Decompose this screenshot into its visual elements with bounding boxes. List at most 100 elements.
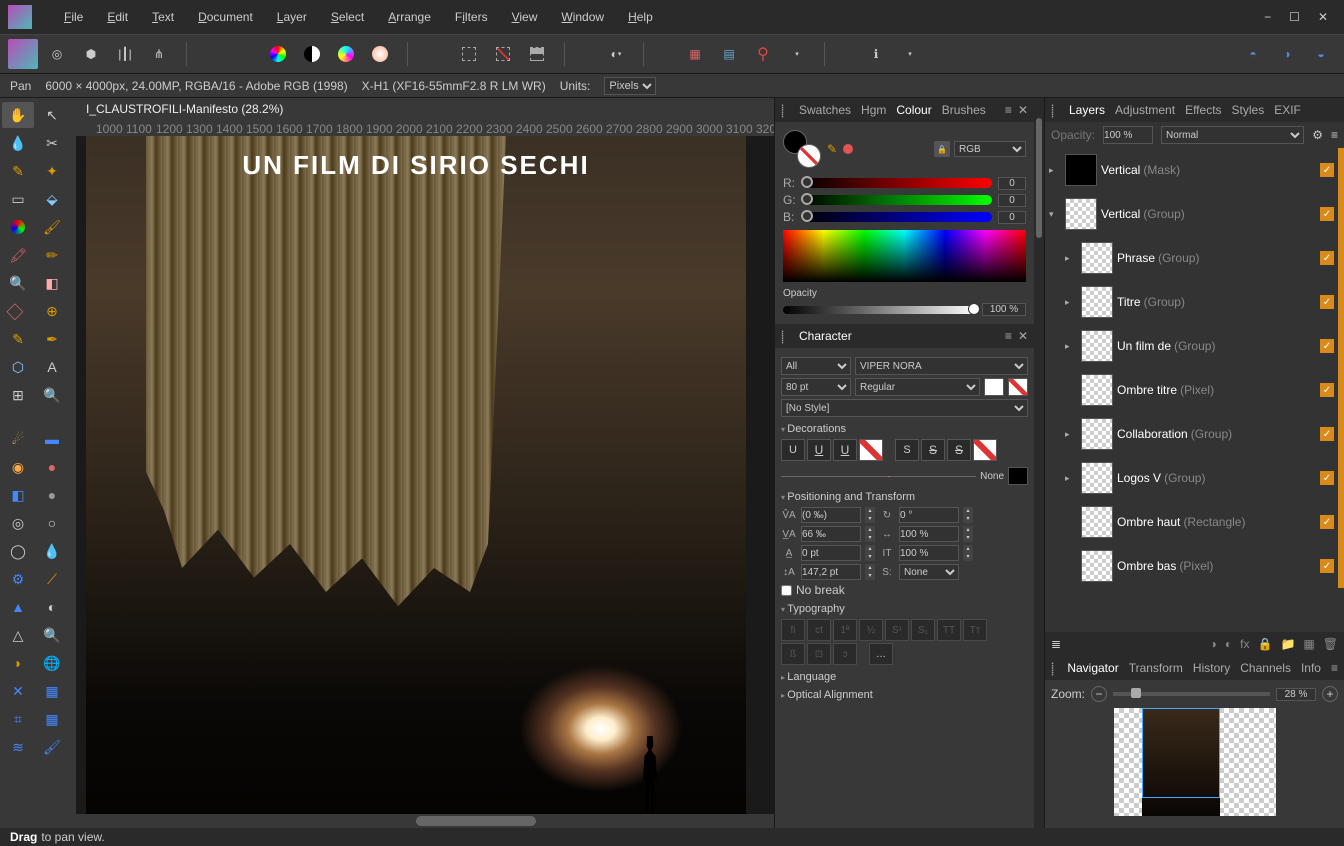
underline-double-icon[interactable]: U — [833, 439, 857, 461]
lens2-tool-icon[interactable]: 🔍 — [36, 622, 68, 648]
grid-tool-icon[interactable]: ▦ — [36, 678, 68, 704]
document-tab[interactable]: I_CLAUSTROFILI-Manifesto (28.2%) — [76, 98, 774, 120]
layer-row[interactable]: ▾ Vertical (Group) ✓ — [1045, 192, 1344, 236]
alt1-icon[interactable]: ß — [781, 643, 805, 665]
ring-tool-icon[interactable]: ◎ — [2, 510, 34, 536]
ct-icon[interactable]: ct — [807, 619, 831, 641]
layer-row[interactable]: ▸ Vertical (Mask) ✓ — [1045, 148, 1344, 192]
expand-icon[interactable]: ▸ — [1065, 341, 1077, 352]
lock-icon[interactable]: 🔒 — [1258, 637, 1273, 651]
visibility-checkbox[interactable]: ✓ — [1320, 383, 1334, 397]
visibility-checkbox[interactable]: ✓ — [1320, 471, 1334, 485]
expand-icon[interactable]: ▸ — [1065, 429, 1077, 440]
warp2-tool-icon[interactable]: ▦ — [36, 706, 68, 732]
adjust-icon[interactable]: ◐ — [1225, 637, 1232, 651]
tab-hgm[interactable]: Hgm — [861, 103, 886, 117]
visibility-checkbox[interactable]: ✓ — [1320, 339, 1334, 353]
expand-icon[interactable]: ▸ — [1049, 165, 1061, 176]
menu-view[interactable]: View — [500, 0, 550, 34]
close-icon[interactable]: ✕ — [1318, 10, 1328, 24]
tab-navigator[interactable]: Navigator — [1067, 661, 1118, 675]
titling-icon[interactable]: TT — [937, 619, 961, 641]
typography-header[interactable]: Typography — [781, 603, 1028, 615]
rotation-input[interactable] — [899, 507, 959, 523]
more-icon[interactable]: … — [869, 643, 893, 665]
visibility-checkbox[interactable]: ✓ — [1320, 251, 1334, 265]
tab-layers[interactable]: Layers — [1069, 103, 1105, 117]
menu-edit[interactable]: Edit — [95, 0, 140, 34]
autolevel-icon[interactable] — [263, 39, 293, 69]
menu-help[interactable]: Help — [616, 0, 665, 34]
brush-tool-icon[interactable]: ✎ — [2, 158, 34, 184]
optical-header[interactable]: Optical Alignment — [781, 689, 1028, 701]
frac-icon[interactable]: ½ — [859, 619, 883, 641]
zoom-slider[interactable] — [1113, 692, 1270, 696]
tab-info[interactable]: Info — [1301, 661, 1321, 675]
tab-effects[interactable]: Effects — [1185, 103, 1221, 117]
expand-icon[interactable]: ▸ — [1065, 297, 1077, 308]
assistant-icon[interactable]: ℹ — [861, 39, 891, 69]
hand-tool-icon[interactable]: ✋ — [2, 102, 34, 128]
tri-tool-icon[interactable]: △ — [2, 622, 34, 648]
lock-icon[interactable]: 🔒 — [934, 141, 950, 157]
tab-colour[interactable]: Colour — [896, 103, 931, 117]
positioning-header[interactable]: Positioning and Transform — [781, 491, 1028, 503]
eraser-icon[interactable]: ◧ — [36, 270, 68, 296]
text-style-select[interactable]: [No Style] — [781, 399, 1028, 417]
scrollbar-vertical[interactable] — [1034, 98, 1044, 828]
lens-tool-icon[interactable]: ◉ — [2, 454, 34, 480]
order-back-icon[interactable]: ◓ — [1238, 39, 1268, 69]
decorations-header[interactable]: Decorations — [781, 423, 1028, 435]
nobreak-checkbox[interactable] — [781, 585, 792, 596]
persona-export-icon[interactable]: ⋔ — [144, 39, 174, 69]
strike-double-icon[interactable]: S — [947, 439, 971, 461]
font-filter-select[interactable]: All — [781, 357, 851, 375]
colour-mode-select[interactable]: RGB — [954, 141, 1026, 157]
layer-row[interactable]: ▸ Logos V (Group) ✓ — [1045, 456, 1344, 500]
marquee-tool-icon[interactable]: ▭ — [2, 186, 34, 212]
layers-menu-icon[interactable]: ≡ — [1331, 128, 1338, 142]
zoom-out-icon[interactable]: 🔍 — [2, 270, 34, 296]
mask-icon[interactable]: ◑ — [1210, 637, 1217, 651]
colour-picker[interactable] — [783, 230, 1026, 282]
persona-photo-icon[interactable] — [8, 39, 38, 69]
grid-icon[interactable]: ▦ — [680, 39, 710, 69]
globe-tool-icon[interactable]: 🌐 — [36, 650, 68, 676]
liga-icon[interactable]: fi — [781, 619, 805, 641]
persona-liquify-icon[interactable]: ◎ — [42, 39, 72, 69]
order-up-icon[interactable]: ◒ — [1306, 39, 1336, 69]
font-family-select[interactable]: VIPER NORA — [855, 357, 1028, 375]
node-tool-icon[interactable]: ⬡ — [2, 354, 34, 380]
zoom-out-icon[interactable]: − — [1091, 686, 1107, 702]
menu-arrange[interactable]: Arrange — [376, 0, 443, 34]
autocolour-icon[interactable] — [331, 39, 361, 69]
visibility-checkbox[interactable]: ✓ — [1320, 295, 1334, 309]
expand-icon[interactable]: ▾ — [1049, 209, 1061, 220]
autocontrast-icon[interactable] — [297, 39, 327, 69]
panel-close-icon[interactable]: ✕ — [1018, 103, 1028, 117]
menu-window[interactable]: Window — [549, 0, 616, 34]
snap-icon[interactable]: ⚲ — [748, 39, 778, 69]
assistant-drop-icon[interactable]: ▾ — [895, 39, 925, 69]
panel-menu-icon[interactable]: ≡ — [1331, 661, 1338, 675]
units-select[interactable]: Pixels — [604, 77, 656, 95]
picker-tool-icon[interactable]: ⟋ — [36, 566, 68, 592]
gradient-tool-icon[interactable] — [2, 214, 34, 240]
font-fill-swatch[interactable] — [984, 378, 1004, 396]
warp-tool-icon[interactable]: ⌗ — [2, 706, 34, 732]
selection-invert-icon[interactable] — [522, 39, 552, 69]
visibility-checkbox[interactable]: ✓ — [1320, 163, 1334, 177]
sup-icon[interactable]: S¹ — [885, 619, 909, 641]
guides-icon[interactable]: ▤ — [714, 39, 744, 69]
menu-file[interactable]: File — [52, 0, 95, 34]
r-slider[interactable] — [801, 178, 992, 188]
mixer-brush-icon[interactable]: 🖍 — [2, 242, 34, 268]
font-none-swatch[interactable] — [1008, 378, 1028, 396]
panel-menu-icon[interactable]: ≡ — [1005, 329, 1012, 343]
menu-filters[interactable]: Filters — [443, 0, 500, 34]
recent-colour-icon[interactable] — [843, 144, 853, 154]
ord-icon[interactable]: 1ª — [833, 619, 857, 641]
eyedropper-icon[interactable]: ✎ — [827, 142, 837, 156]
inpaint-icon[interactable]: ✎ — [2, 326, 34, 352]
persona-tone-icon[interactable]: |┃| — [110, 39, 140, 69]
